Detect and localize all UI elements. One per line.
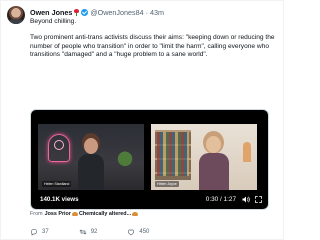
person-right [199,136,229,190]
timestamp[interactable]: 43m [150,9,164,16]
tweet-actions: 37 92 450 [30,226,270,238]
avatar[interactable] [7,6,25,24]
person-right-body [199,153,229,190]
retweet-button[interactable]: 92 [79,228,98,236]
video-attribution: From Joss Prior Chemically altered... [30,211,139,217]
reply-button[interactable]: 37 [30,228,49,236]
person-left-head [84,138,98,154]
expand-icon[interactable] [255,196,262,203]
views-badge: 140.1K views [36,194,83,204]
author-name[interactable]: Owen Jones [30,9,72,16]
attribution-title[interactable]: Chemically altered... [79,211,131,217]
tweet-header: Owen Jones @OwenJones84 · 43m [30,7,164,18]
video-player[interactable]: Helen Staniland Helen Joyce 140.1K views… [30,109,269,210]
video-frame-right: Helen Joyce [151,124,257,190]
right-caption: Helen Joyce [155,181,179,187]
plant [116,150,134,172]
video-duration: 0:30 / 1:27 [205,196,236,203]
attribution-prefix: From [30,211,43,217]
left-caption: Helen Staniland [42,181,72,187]
retweet-count: 92 [90,229,98,235]
author-handle[interactable]: @OwenJones84 [90,9,143,16]
croissant-icon [132,212,139,216]
books [157,132,189,176]
verified-badge-icon [81,9,89,16]
person-left [78,138,104,190]
like-count: 450 [139,229,150,235]
reply-count: 37 [42,229,49,235]
lamp [243,142,251,162]
retweet-icon [79,229,87,235]
reply-icon [30,228,38,236]
attribution-author[interactable]: Joss Prior [45,211,71,217]
separator: · [145,7,148,17]
video-frame-left: Helen Staniland [38,124,144,190]
speaker-icon[interactable] [242,196,250,203]
avatar-shirt [7,19,25,24]
croissant-icon [71,212,78,216]
like-icon [128,229,135,236]
tweet-text-line1: Beyond chilling. [30,18,77,25]
like-button[interactable]: 450 [127,228,149,236]
rose-icon [74,9,80,16]
tweet-text-body: Two prominent anti-trans activists discu… [30,34,275,58]
tweet-card: Owen Jones @OwenJones84 · 43m Beyond chi… [0,0,284,240]
neon-sign-detail [54,140,64,150]
person-right-head [206,136,221,153]
person-left-body [78,154,104,190]
